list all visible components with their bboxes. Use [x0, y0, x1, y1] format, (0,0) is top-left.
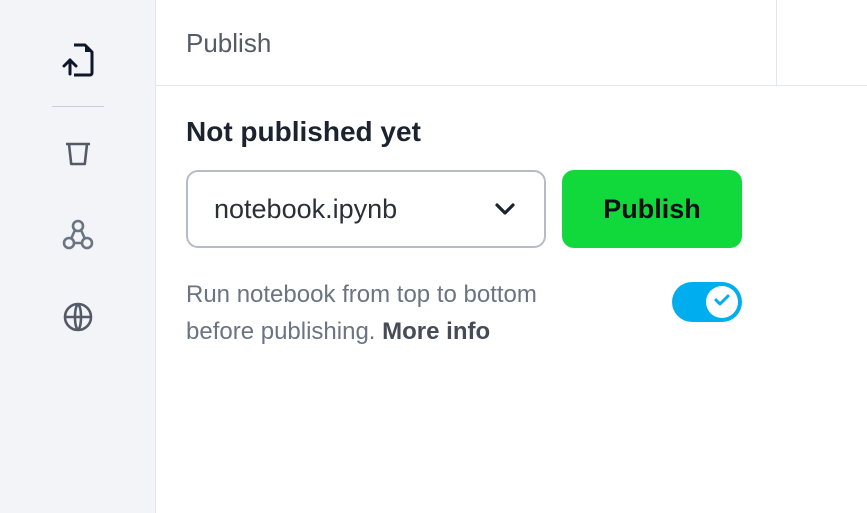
sidebar — [0, 0, 156, 513]
file-upload-icon — [61, 42, 95, 78]
run-option-text: Run notebook from top to bottom before p… — [186, 276, 596, 350]
publish-status: Not published yet — [186, 116, 837, 148]
panel-header: Publish — [156, 0, 867, 86]
file-selector-value: notebook.ipynb — [214, 194, 397, 225]
trash-icon — [62, 137, 94, 169]
chevron-down-icon — [492, 196, 518, 222]
share-nodes-icon — [61, 218, 95, 252]
publish-button[interactable]: Publish — [562, 170, 742, 248]
sidebar-item-publish[interactable] — [60, 42, 96, 78]
more-info-link[interactable]: More info — [382, 318, 490, 345]
sidebar-item-web[interactable] — [60, 299, 96, 335]
sidebar-item-share[interactable] — [60, 217, 96, 253]
run-option-toggle[interactable] — [672, 282, 742, 322]
check-icon — [712, 290, 732, 315]
globe-icon — [61, 300, 95, 334]
file-selector[interactable]: notebook.ipynb — [186, 170, 546, 248]
sidebar-item-trash[interactable] — [60, 135, 96, 171]
sidebar-divider — [52, 106, 104, 107]
vertical-divider — [776, 0, 777, 86]
main-panel: Publish Not published yet notebook.ipynb… — [156, 0, 867, 513]
toggle-knob — [706, 286, 738, 318]
panel-title: Publish — [186, 28, 271, 58]
